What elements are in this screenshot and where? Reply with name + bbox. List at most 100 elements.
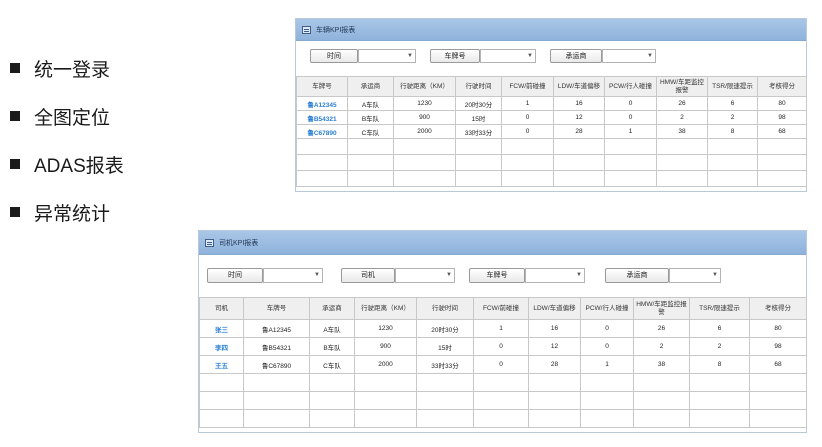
chevron-down-icon[interactable]: ▼	[446, 272, 452, 278]
chevron-down-icon[interactable]: ▼	[407, 53, 413, 59]
table-cell: 0	[580, 319, 634, 338]
filter-carrier-select[interactable]: ▼	[669, 267, 721, 283]
column-header: 车牌号	[243, 297, 310, 320]
column-header: FCW/前碰撞	[501, 76, 554, 97]
table-cell: 28	[553, 124, 605, 139]
filter-plate-select[interactable]: ▼	[480, 49, 536, 63]
table-cell: 0	[473, 355, 529, 374]
column-header: 考核得分	[757, 76, 807, 97]
column-header: LDW/车道偏移	[528, 297, 581, 320]
table-cell: 1230	[393, 96, 456, 111]
driver-link[interactable]: 李四	[199, 337, 244, 356]
column-header: HMW/车距监控报警	[633, 297, 690, 320]
feature-item: 异常统计	[10, 188, 124, 236]
empty-row	[199, 373, 807, 392]
table-icon	[302, 25, 311, 34]
empty-row	[296, 154, 807, 171]
filter-carrier-label: 承运商	[605, 267, 669, 283]
column-header: 承运商	[347, 76, 394, 97]
table-cell: 2000	[393, 124, 456, 139]
column-header: 行驶时间	[416, 297, 474, 320]
panel-title: 司机KPI报表	[219, 239, 259, 247]
chevron-down-icon[interactable]: ▼	[712, 272, 718, 278]
table-cell: 6	[689, 319, 750, 338]
driver-kpi-panel: 司机KPI报表 时间 ▼ 司机 ▼ 车牌号 ▼ 承运商 ▼ 司机 车牌号 承运商…	[198, 230, 807, 433]
driver-link[interactable]: 张三	[199, 319, 244, 338]
table-cell: 1230	[354, 319, 417, 338]
table-cell: 33时33分	[455, 124, 502, 139]
filter-plate-select[interactable]: ▼	[525, 267, 585, 283]
table-cell: 1	[473, 319, 529, 338]
table-cell: 1	[501, 96, 554, 111]
filter-carrier-select[interactable]: ▼	[602, 49, 656, 63]
feature-item: 全图定位	[10, 92, 124, 140]
column-header: PCW/行人碰撞	[580, 297, 634, 320]
square-bullet-icon	[10, 111, 20, 121]
table-cell: 鲁C67890	[243, 355, 310, 374]
column-header: TSR/限速提示	[689, 297, 750, 320]
column-header: PCW/行人碰撞	[604, 76, 657, 97]
table-cell: 900	[393, 110, 456, 125]
table-cell: 900	[354, 337, 417, 356]
chevron-down-icon[interactable]: ▼	[576, 272, 582, 278]
table-icon	[205, 238, 214, 247]
column-header: 行驶距离（KM）	[393, 76, 456, 97]
panel-header: 车辆KPI报表	[296, 19, 806, 41]
table-cell: B车队	[309, 337, 355, 356]
filter-driver-select[interactable]: ▼	[395, 267, 455, 283]
table-cell: 20时30分	[416, 319, 474, 338]
feature-label: 统一登录	[34, 59, 111, 81]
table-cell: C车队	[347, 124, 394, 139]
table-cell: 6	[707, 96, 758, 111]
filter-time-select[interactable]: ▼	[263, 267, 323, 283]
table-cell: 33时33分	[416, 355, 474, 374]
table-cell: 26	[656, 96, 708, 111]
table-cell: 2	[656, 110, 708, 125]
square-bullet-icon	[10, 207, 20, 217]
table-cell: 38	[656, 124, 708, 139]
driver-kpi-table: 司机 车牌号 承运商 行驶距离（KM） 行驶时间 FCW/前碰撞 LDW/车道偏…	[199, 297, 807, 428]
table-cell: 0	[501, 110, 554, 125]
table-cell: 98	[757, 110, 807, 125]
feature-item: ADAS报表	[10, 140, 124, 188]
feature-label: ADAS报表	[34, 155, 124, 177]
table-cell: B车队	[347, 110, 394, 125]
filter-time-label: 时间	[310, 49, 358, 63]
filter-bar: 时间 ▼ 司机 ▼ 车牌号 ▼ 承运商 ▼	[199, 255, 806, 295]
driver-link[interactable]: 王五	[199, 355, 244, 374]
table-row: 鲁B54321 B车队 900 15时 0 12 0 2 2 98	[296, 110, 807, 125]
table-cell: 0	[501, 124, 554, 139]
table-row: 鲁C67890 C车队 2000 33时33分 0 28 1 38 8 68	[296, 124, 807, 139]
plate-link[interactable]: 鲁C67890	[296, 124, 348, 139]
filter-driver-label: 司机	[341, 267, 395, 283]
vehicle-kpi-panel: 车辆KPI报表 时间 ▼ 车牌号 ▼ 承运商 ▼ 车牌号 承运商 行驶距离（KM…	[295, 18, 807, 192]
table-cell: 2	[689, 337, 750, 356]
plate-link[interactable]: 鲁A12345	[296, 96, 348, 111]
column-header: TSR/限速提示	[707, 76, 758, 97]
table-cell: 0	[604, 96, 657, 111]
table-cell: 鲁B54321	[243, 337, 310, 356]
table-cell: 8	[707, 124, 758, 139]
plate-link[interactable]: 鲁B54321	[296, 110, 348, 125]
filter-time-select[interactable]: ▼	[358, 49, 416, 63]
column-header: HMW/车距监控报警	[656, 76, 708, 97]
table-cell: 16	[553, 96, 605, 111]
table-cell: 0	[473, 337, 529, 356]
table-cell: 20时30分	[455, 96, 502, 111]
filter-time-label: 时间	[207, 267, 263, 283]
table-row: 张三 鲁A12345 A车队 1230 20时30分 1 16 0 26 6 8…	[199, 319, 807, 338]
table-cell: A车队	[347, 96, 394, 111]
table-cell: 0	[580, 337, 634, 356]
table-cell: 1	[580, 355, 634, 374]
chevron-down-icon[interactable]: ▼	[314, 272, 320, 278]
table-cell: 98	[749, 337, 807, 356]
empty-row	[296, 138, 807, 155]
feature-label: 全图定位	[34, 107, 111, 129]
chevron-down-icon[interactable]: ▼	[527, 53, 533, 59]
chevron-down-icon[interactable]: ▼	[647, 53, 653, 59]
table-cell: 1	[604, 124, 657, 139]
column-header: 考核得分	[749, 297, 807, 320]
table-cell: 68	[749, 355, 807, 374]
filter-plate-label: 车牌号	[469, 267, 525, 283]
filter-carrier-label: 承运商	[550, 49, 602, 63]
